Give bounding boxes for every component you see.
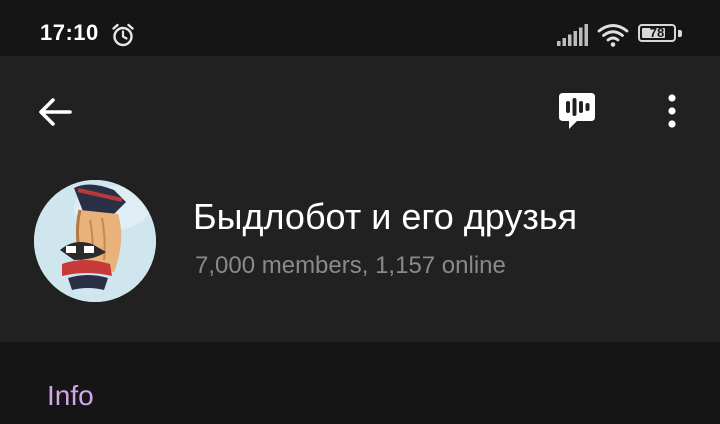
signal-icon [557, 24, 588, 46]
info-section-label: Info [47, 380, 94, 411]
arrow-left-icon [39, 98, 72, 126]
chat-title: Быдлобот и его друзья [193, 196, 578, 237]
chat-member-count: 7,000 members, 1,157 online [195, 252, 506, 279]
battery-tip [678, 30, 682, 37]
voice-chat-icon [559, 93, 595, 129]
battery-level-label: 78 [649, 25, 665, 40]
voice-chat-button[interactable] [550, 84, 604, 138]
status-time: 17:10 [40, 20, 99, 45]
back-button[interactable] [30, 88, 80, 136]
status-bar: 17:10 78 [0, 0, 720, 56]
alarm-icon [112, 23, 134, 47]
chat-avatar[interactable] [34, 180, 156, 302]
avatar-image [34, 180, 156, 302]
more-options-button[interactable] [650, 86, 694, 136]
more-vertical-icon [668, 94, 676, 128]
wifi-icon [597, 24, 629, 47]
